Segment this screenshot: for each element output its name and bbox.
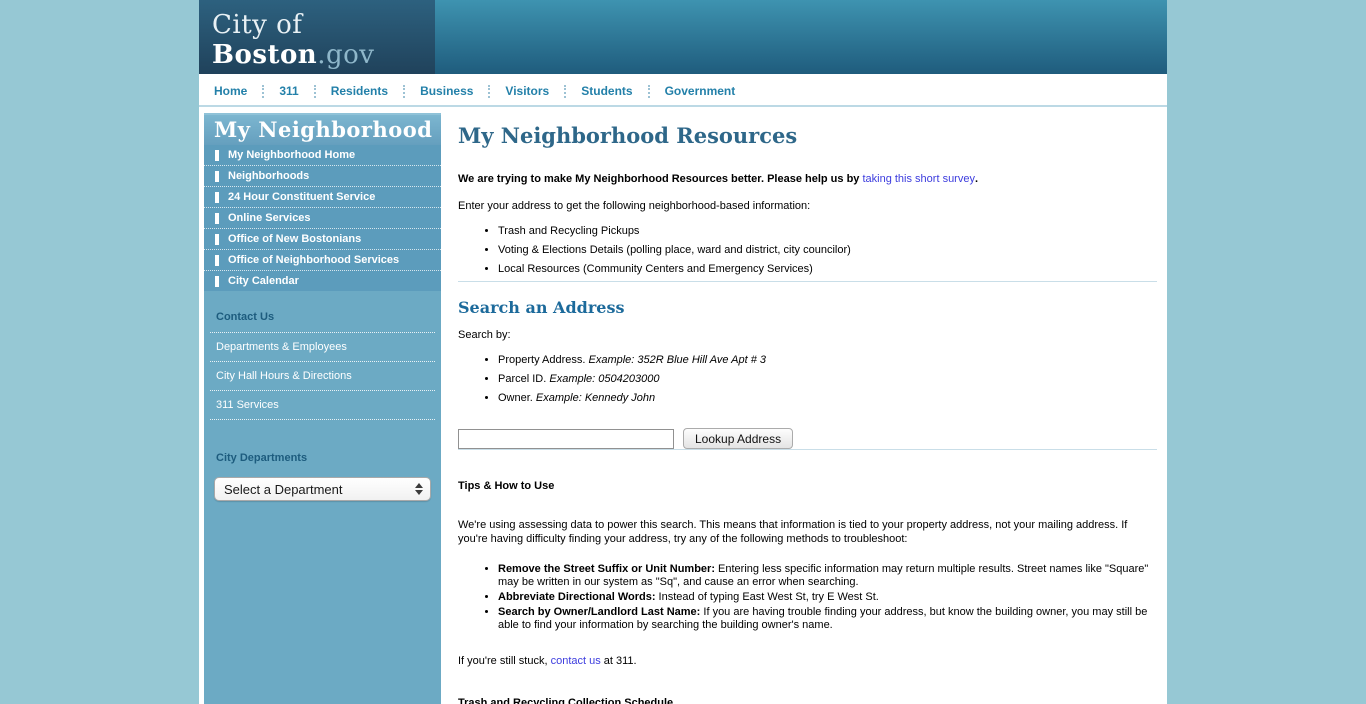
city-departments-heading: City Departments xyxy=(204,452,441,473)
sidebar-item-label: Neighborhoods xyxy=(228,170,309,182)
divider xyxy=(458,449,1157,450)
list-item: Property Address. Example: 352R Blue Hil… xyxy=(498,353,1157,367)
tips-bullet-list: Remove the Street Suffix or Unit Number:… xyxy=(498,563,1157,632)
list-item: Local Resources (Community Centers and E… xyxy=(498,262,1157,276)
page-wrapper: City of Boston.gov Official Web Site of … xyxy=(199,0,1167,704)
option-example: Example: Kennedy John xyxy=(536,392,655,404)
survey-text: We are trying to make My Neighborhood Re… xyxy=(458,173,862,185)
sidebar-item-label: Office of New Bostonians xyxy=(228,233,361,245)
sidebar-link-departments-employees[interactable]: Departments & Employees xyxy=(204,333,441,361)
address-lookup-form: Lookup Address xyxy=(458,428,1157,449)
tips-intro-text: We're using assessing data to power this… xyxy=(458,518,1157,546)
option-label: Property Address. xyxy=(498,354,589,366)
address-input[interactable] xyxy=(458,429,674,449)
menu-bullet-icon xyxy=(215,213,219,224)
sidebar-item-label: My Neighborhood Home xyxy=(228,149,355,161)
survey-link[interactable]: taking this short survey xyxy=(862,173,975,185)
select-up-down-icon xyxy=(415,483,423,495)
sidebar-link-311-services[interactable]: 311 Services xyxy=(204,391,441,419)
menu-bullet-icon xyxy=(215,150,219,161)
tip-bold: Remove the Street Suffix or Unit Number: xyxy=(498,563,715,575)
still-stuck-text: If you're still stuck, contact us at 311… xyxy=(458,655,1157,667)
sidebar: My Neighborhood My Neighborhood Home Nei… xyxy=(204,113,441,704)
sidebar-menu: My Neighborhood Home Neighborhoods 24 Ho… xyxy=(204,145,441,291)
menu-bullet-icon xyxy=(215,234,219,245)
list-item: Parcel ID. Example: 0504203000 xyxy=(498,372,1157,386)
search-options-list: Property Address. Example: 352R Blue Hil… xyxy=(498,353,1157,405)
nav-underline xyxy=(199,105,1167,113)
lookup-address-button[interactable]: Lookup Address xyxy=(683,428,793,449)
sidebar-item-my-neighborhood-home[interactable]: My Neighborhood Home xyxy=(204,145,441,165)
menu-bullet-icon xyxy=(215,255,219,266)
menu-bullet-icon xyxy=(215,192,219,203)
city-of-boston-logo[interactable]: City of Boston.gov Official Web Site of … xyxy=(199,0,435,74)
nav-visitors[interactable]: Visitors xyxy=(490,84,564,98)
list-item: Abbreviate Directional Words: Instead of… xyxy=(498,591,1157,604)
nav-residents[interactable]: Residents xyxy=(316,84,403,98)
survey-callout: We are trying to make My Neighborhood Re… xyxy=(458,173,1157,185)
sidebar-link-city-hall-hours[interactable]: City Hall Hours & Directions xyxy=(204,362,441,390)
top-navigation: Home 311 Residents Business Visitors Stu… xyxy=(199,74,1167,113)
sidebar-item-label: 24 Hour Constituent Service xyxy=(228,191,375,203)
list-item: Voting & Elections Details (polling plac… xyxy=(498,243,1157,257)
intro-text: Enter your address to get the following … xyxy=(458,200,1157,212)
list-item: Owner. Example: Kennedy John xyxy=(498,391,1157,405)
sidebar-item-city-calendar[interactable]: City Calendar xyxy=(204,270,441,291)
nav-students[interactable]: Students xyxy=(566,84,647,98)
search-an-address-heading: Search an Address xyxy=(458,298,1157,317)
stuck-text: If you're still stuck, xyxy=(458,655,551,667)
tips-heading: Tips & How to Use xyxy=(458,480,1157,492)
sidebar-item-24-hour-constituent-service[interactable]: 24 Hour Constituent Service xyxy=(204,186,441,207)
option-label: Owner. xyxy=(498,392,536,404)
menu-bullet-icon xyxy=(215,276,219,287)
header-banner xyxy=(435,0,1167,74)
list-item: Remove the Street Suffix or Unit Number:… xyxy=(498,563,1157,589)
trash-schedule-heading: Trash and Recycling Collection Schedule xyxy=(458,697,1157,704)
nav-business[interactable]: Business xyxy=(405,84,488,98)
sidebar-item-label: City Calendar xyxy=(228,275,299,287)
option-example: Example: 0504203000 xyxy=(549,373,659,385)
department-select-value: Select a Department xyxy=(224,482,343,497)
sidebar-lower: Contact Us Departments & Employees City … xyxy=(204,291,441,704)
intro-bullet-list: Trash and Recycling Pickups Voting & Ele… xyxy=(498,224,1157,276)
logo-text: City of Boston.gov xyxy=(212,10,435,70)
nav-home[interactable]: Home xyxy=(214,84,262,98)
sidebar-item-label: Online Services xyxy=(228,212,311,224)
contact-us-heading: Contact Us xyxy=(204,311,441,332)
stuck-text-after: at 311. xyxy=(601,655,637,667)
sidebar-item-office-of-neighborhood-services[interactable]: Office of Neighborhood Services xyxy=(204,249,441,270)
sidebar-item-online-services[interactable]: Online Services xyxy=(204,207,441,228)
list-item: Search by Owner/Landlord Last Name: If y… xyxy=(498,606,1157,632)
tip-text: Instead of typing East West St, try E We… xyxy=(656,591,879,603)
survey-period: . xyxy=(975,173,978,185)
contact-us-link[interactable]: contact us xyxy=(551,655,601,667)
logo-gov: .gov xyxy=(317,40,374,70)
sidebar-item-label: Office of Neighborhood Services xyxy=(228,254,399,266)
main-content: My Neighborhood Resources We are trying … xyxy=(441,113,1167,704)
tip-bold: Search by Owner/Landlord Last Name: xyxy=(498,606,700,618)
menu-bullet-icon xyxy=(215,171,219,182)
option-label: Parcel ID. xyxy=(498,373,549,385)
option-example: Example: 352R Blue Hill Ave Apt # 3 xyxy=(589,354,767,366)
search-by-label: Search by: xyxy=(458,329,1157,341)
nav-government[interactable]: Government xyxy=(650,84,751,98)
dotted-divider xyxy=(210,419,435,420)
sidebar-item-office-of-new-bostonians[interactable]: Office of New Bostonians xyxy=(204,228,441,249)
nav-311[interactable]: 311 xyxy=(264,84,313,98)
sidebar-item-neighborhoods[interactable]: Neighborhoods xyxy=(204,165,441,186)
divider xyxy=(458,281,1157,282)
logo-city-of: City of xyxy=(212,10,302,40)
site-header: City of Boston.gov Official Web Site of … xyxy=(199,0,1167,74)
page-title: My Neighborhood Resources xyxy=(458,123,1157,148)
logo-boston: Boston xyxy=(212,40,317,70)
list-item: Trash and Recycling Pickups xyxy=(498,224,1157,238)
sidebar-title: My Neighborhood xyxy=(204,113,441,145)
tip-bold: Abbreviate Directional Words: xyxy=(498,591,656,603)
department-select[interactable]: Select a Department xyxy=(214,477,431,501)
